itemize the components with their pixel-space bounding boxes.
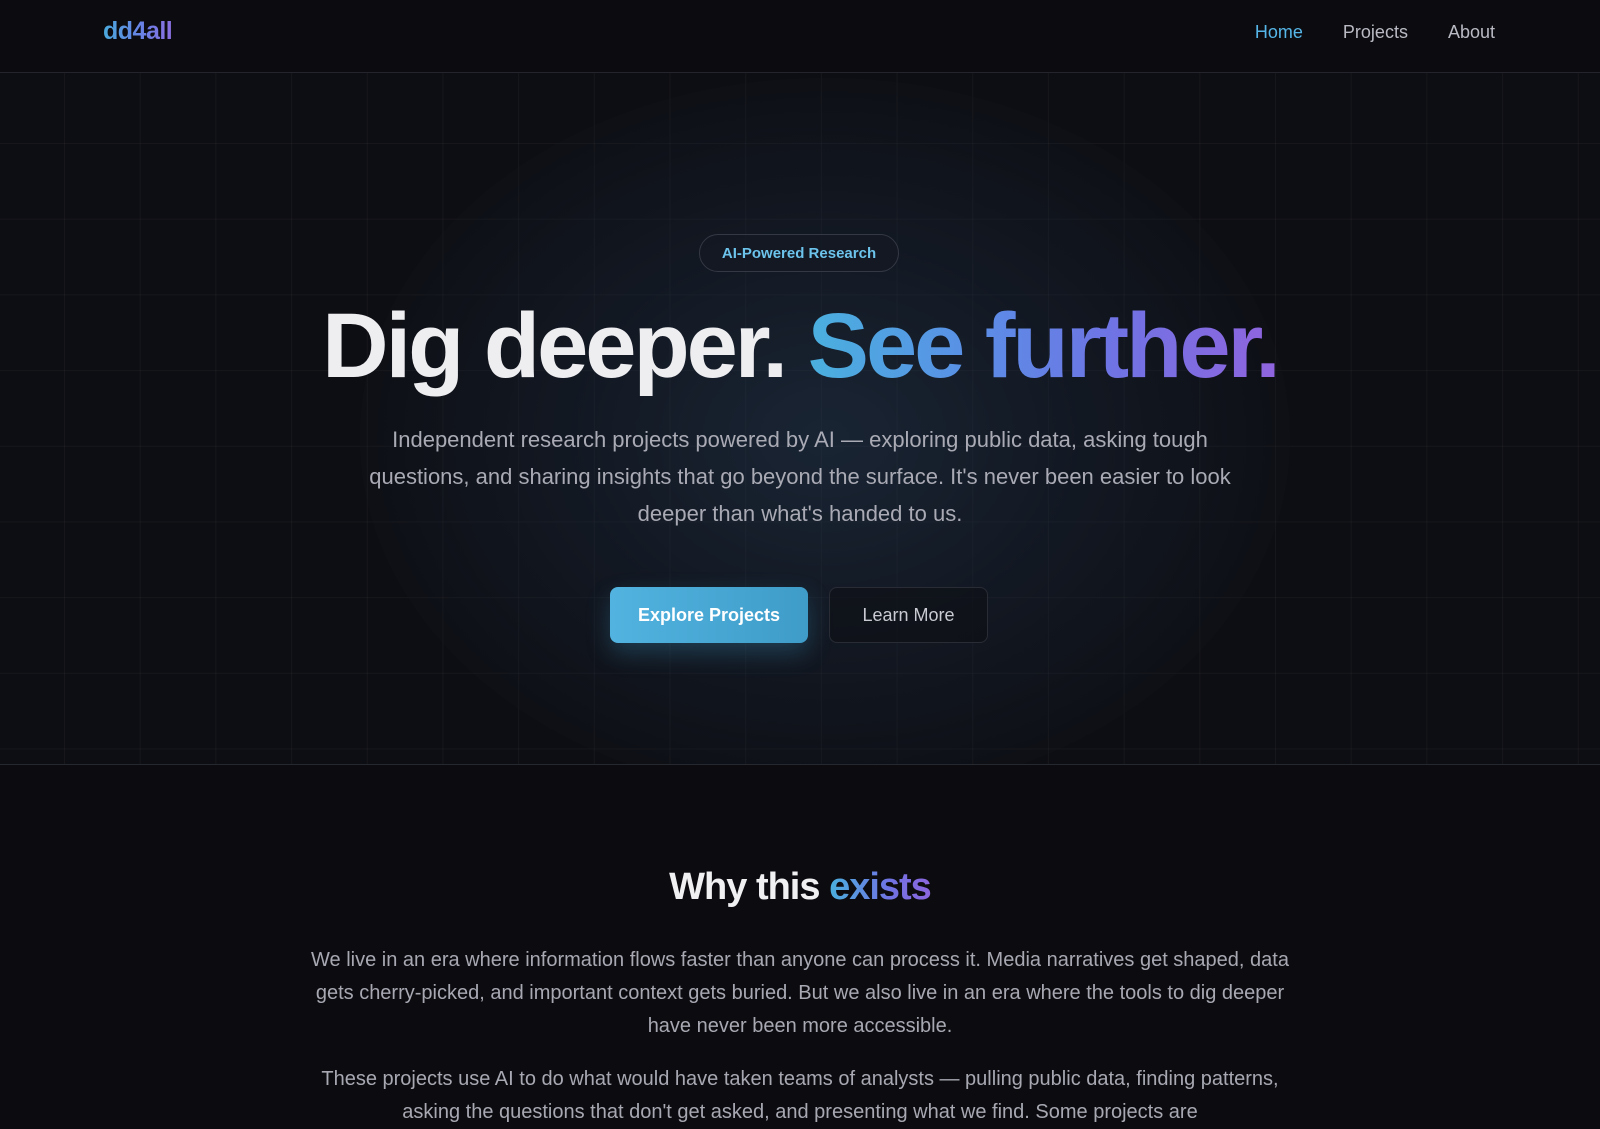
why-title-plain: Why this bbox=[669, 866, 820, 908]
site-logo[interactable]: dd4all bbox=[103, 17, 173, 46]
why-paragraph: We live in an era where information flow… bbox=[311, 949, 1289, 1037]
explore-projects-button[interactable]: Explore Projects bbox=[610, 587, 808, 643]
nav-link-about[interactable]: About bbox=[1448, 22, 1495, 43]
nav-link-projects[interactable]: Projects bbox=[1343, 22, 1408, 43]
headline-gradient-text: See further. bbox=[807, 295, 1281, 397]
hero-headline: Dig deeper. See further. bbox=[0, 291, 1600, 401]
why-section: Why this exists We live in an era where … bbox=[0, 766, 1600, 1123]
hero-subtitle: Independent research projects powered by… bbox=[369, 427, 1231, 526]
why-section-title: Why this exists bbox=[0, 866, 1600, 909]
top-navigation: dd4all Home Projects About bbox=[0, 0, 1600, 73]
nav-links: Home Projects About bbox=[1255, 22, 1495, 43]
ai-research-badge: AI-Powered Research bbox=[699, 234, 899, 272]
nav-link-home[interactable]: Home bbox=[1255, 22, 1303, 43]
hero-section: AI-Powered Research Dig deeper. See furt… bbox=[0, 73, 1600, 765]
why-paragraph: These projects use AI to do what would h… bbox=[321, 1068, 1279, 1123]
headline-plain-text: Dig deeper. bbox=[322, 295, 788, 397]
learn-more-button[interactable]: Learn More bbox=[829, 587, 988, 643]
why-title-accent: exists bbox=[829, 866, 932, 908]
